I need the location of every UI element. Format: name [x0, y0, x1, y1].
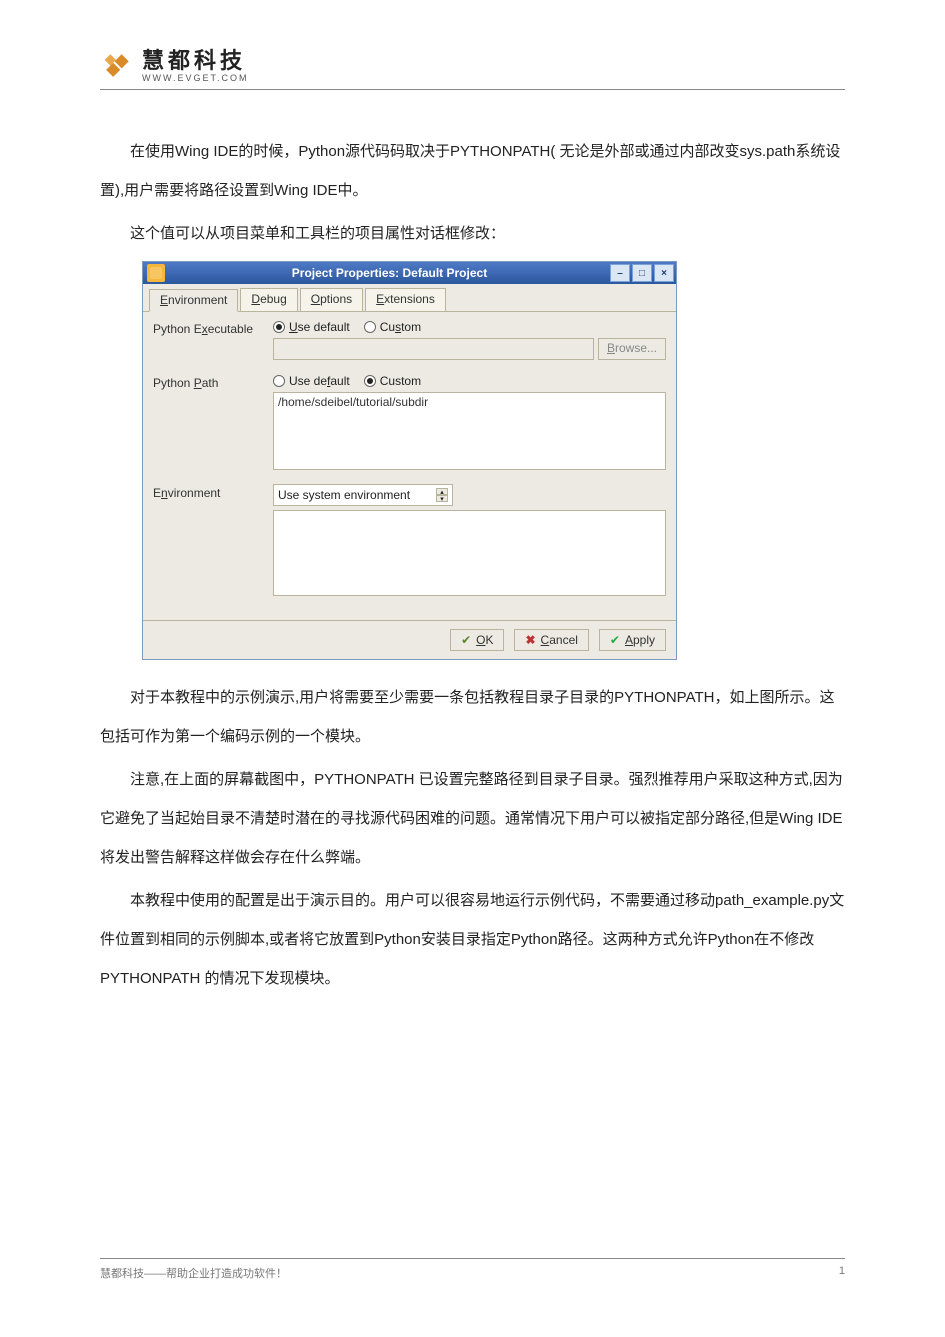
label-python-path: Python Path [153, 374, 273, 470]
app-icon [147, 264, 165, 282]
cancel-icon: ✖ [525, 633, 535, 647]
logo-text-en: WWW.EVGET.COM [142, 74, 249, 83]
radio-path-custom[interactable]: Custom [364, 374, 421, 388]
paragraph-5: 本教程中使用的配置是出于演示目的。用户可以很容易地运行示例代码，不需要通过移动p… [100, 881, 845, 998]
radio-dot-icon [273, 375, 285, 387]
tab-environment[interactable]: Environment [149, 289, 238, 312]
logo-text-cn: 慧都科技 [142, 50, 249, 72]
radio-exec-use-default[interactable]: Use default [273, 320, 350, 334]
ok-icon: ✔ [461, 633, 471, 647]
paragraph-3: 对于本教程中的示例演示,用户将需要至少需要一条包括教程目录子目录的PYTHONP… [100, 678, 845, 756]
paragraph-4: 注意,在上面的屏幕截图中，PYTHONPATH 已设置完整路径到目录子目录。强烈… [100, 760, 845, 877]
tab-options[interactable]: Options [300, 288, 363, 311]
ok-button[interactable]: ✔ OK [450, 629, 504, 651]
browse-button[interactable]: Browse... [598, 338, 666, 360]
radio-dot-icon [273, 321, 285, 333]
page-header: 慧都科技 WWW.EVGET.COM [100, 50, 845, 90]
dialog-title: Project Properties: Default Project [169, 266, 610, 280]
page-number: 1 [839, 1265, 845, 1281]
page-footer: 慧都科技——帮助企业打造成功软件！ 1 [100, 1258, 845, 1281]
apply-button[interactable]: ✔ Apply [599, 629, 666, 651]
label-environment: Environment [153, 484, 273, 596]
dialog-tabs: Environment Debug Options Extensions [143, 284, 676, 312]
minimize-button[interactable]: – [610, 264, 630, 282]
environment-combo-value: Use system environment [278, 488, 410, 502]
paragraph-1: 在使用Wing IDE的时候，Python源代码码取决于PYTHONPATH( … [100, 132, 845, 210]
environment-textarea[interactable] [273, 510, 666, 596]
tab-debug[interactable]: Debug [240, 288, 297, 311]
tab-extensions[interactable]: Extensions [365, 288, 446, 311]
exec-path-input[interactable] [273, 338, 594, 360]
radio-dot-icon [364, 375, 376, 387]
environment-combo[interactable]: Use system environment ▴▾ [273, 484, 453, 506]
python-path-textarea[interactable]: /home/sdeibel/tutorial/subdir [273, 392, 666, 470]
project-properties-dialog: Project Properties: Default Project – □ … [142, 261, 677, 660]
stepper-icon: ▴▾ [436, 488, 448, 502]
radio-exec-custom[interactable]: Custom [364, 320, 421, 334]
label-python-executable: Python Executable [153, 320, 273, 360]
radio-dot-icon [364, 321, 376, 333]
dialog-titlebar: Project Properties: Default Project – □ … [143, 262, 676, 284]
logo-icon [100, 51, 132, 83]
cancel-button[interactable]: ✖ Cancel [514, 629, 588, 651]
close-button[interactable]: × [654, 264, 674, 282]
paragraph-2: 这个值可以从项目菜单和工具栏的项目属性对话框修改： [100, 214, 845, 253]
apply-icon: ✔ [610, 633, 620, 647]
maximize-button[interactable]: □ [632, 264, 652, 282]
radio-path-use-default[interactable]: Use default [273, 374, 350, 388]
footer-text: 慧都科技——帮助企业打造成功软件！ [100, 1265, 287, 1281]
